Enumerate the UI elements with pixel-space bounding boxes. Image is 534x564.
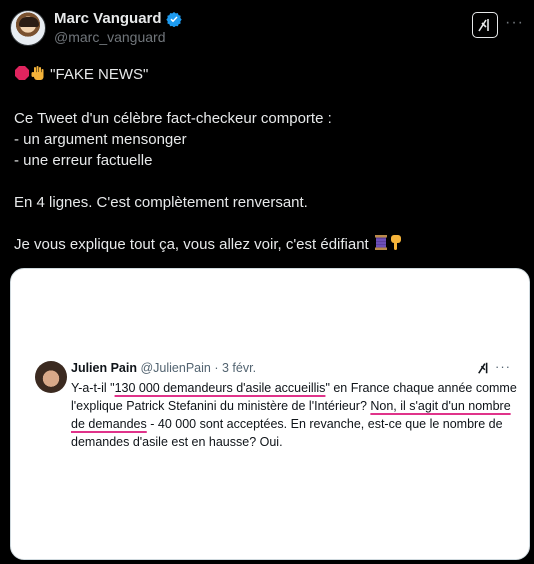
quoted-author-avatar[interactable] [35, 361, 67, 393]
thread-spool-emoji-icon [373, 234, 389, 257]
quoted-tweet-text: Y-a-t-il "130 000 demandeurs d'asile acc… [71, 379, 519, 451]
quoted-author-name[interactable]: Julien Pain [71, 361, 137, 375]
quoted-tweet-header: Julien Pain @JulienPain · 3 févr. [71, 359, 509, 377]
tweet-line-fake-news: "FAKE NEWS" [14, 64, 522, 87]
quoted-tweet-card[interactable]: Julien Pain @JulienPain · 3 févr. ··· Y-… [10, 268, 530, 560]
grok-icon [478, 19, 489, 32]
tweet-paragraph-explain: Je vous explique tout ça, vous allez voi… [14, 234, 522, 257]
grok-button[interactable] [472, 12, 498, 38]
quoted-text-part: Y-a-t-il " [71, 381, 115, 395]
author-handle[interactable]: @marc_vanguard [54, 28, 182, 46]
quoted-date[interactable]: 3 févr. [222, 361, 256, 375]
author-display-name[interactable]: Marc Vanguard [54, 10, 162, 28]
stop-sign-emoji-icon [14, 65, 30, 87]
tweet-paragraph-summary: En 4 lignes. C'est complètement renversa… [14, 194, 308, 211]
quoted-separator: · [214, 361, 219, 375]
tweet-body: "FAKE NEWS" Ce Tweet d'un célèbre fact-c… [14, 64, 522, 257]
pointing-down-emoji-icon [389, 234, 403, 257]
author-names: Marc Vanguard @marc_vanguard [54, 10, 182, 46]
quoted-more-options-icon[interactable]: ··· [495, 359, 511, 374]
tweet-explain-text: Je vous explique tout ça, vous allez voi… [14, 236, 369, 253]
tweet-fake-news-text: "FAKE NEWS" [50, 66, 149, 83]
tweet-header: Marc Vanguard @marc_vanguard ··· [10, 10, 524, 54]
quoted-underlined-claim: 130 000 demandeurs d'asile accueillis [114, 381, 326, 395]
quoted-grok-icon[interactable] [477, 361, 491, 375]
author-avatar[interactable] [10, 10, 46, 46]
tweet-paragraph-claims: Ce Tweet d'un célèbre fact-checkeur comp… [14, 110, 332, 169]
verified-badge-icon [165, 12, 182, 27]
raised-hand-emoji-icon [30, 65, 46, 87]
more-options-icon[interactable]: ··· [505, 14, 524, 32]
quoted-author-handle[interactable]: @JulienPain [140, 361, 210, 375]
